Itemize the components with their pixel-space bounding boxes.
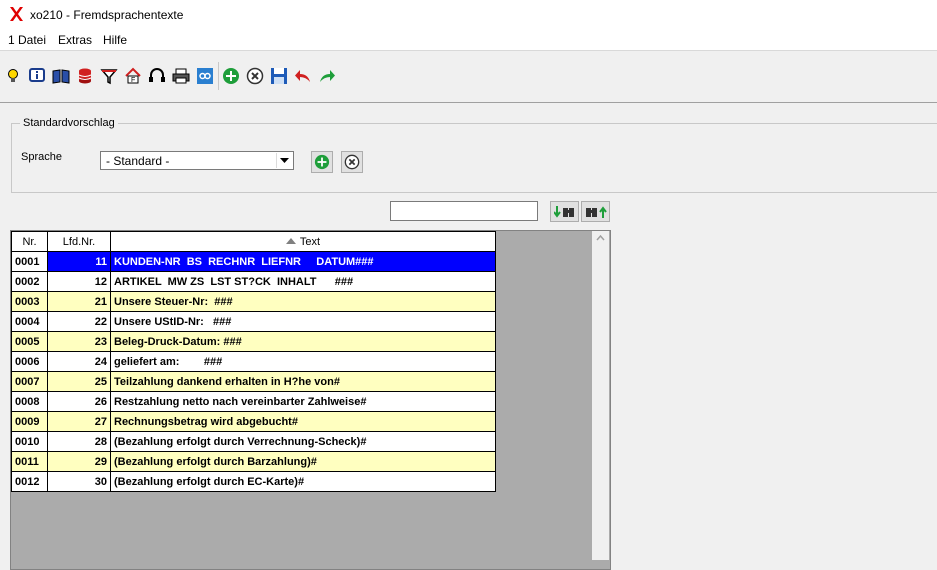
table-row[interactable]: 0004 22 Unsere UStID-Nr: ### [11, 311, 496, 332]
table-row[interactable]: 0009 27 Rechnungsbetrag wird abgebucht# [11, 411, 496, 432]
add-icon [314, 154, 330, 170]
menu-bar: 1 Datei Extras Hilfe [0, 30, 937, 51]
cell-text[interactable]: (Bezahlung erfolgt durch Barzahlung)# [110, 451, 496, 472]
save-icon[interactable] [270, 67, 288, 85]
filter-icon[interactable] [100, 67, 118, 85]
svg-text:F: F [131, 77, 135, 84]
text-table: Nr. Lfd.Nr. Text 0001 11 KUNDEN-NR BS RECH… [11, 231, 496, 492]
lightbulb-icon[interactable] [4, 67, 22, 85]
redo-icon[interactable] [318, 67, 336, 85]
cell-text[interactable]: Beleg-Druck-Datum: ### [110, 331, 496, 352]
cell-text[interactable]: Unsere UStID-Nr: ### [110, 311, 496, 332]
cell-lfdnr[interactable]: 26 [47, 391, 111, 412]
standard-group-title: Standardvorschlag [20, 117, 118, 129]
scroll-up-icon[interactable] [592, 231, 609, 245]
toolbar-separator [218, 62, 219, 90]
table-row[interactable]: 0002 12 ARTIKEL MW ZS LST ST?CK INHALT ### [11, 271, 496, 292]
cell-nr[interactable]: 0004 [11, 311, 48, 332]
table-row[interactable]: 0005 23 Beleg-Druck-Datum: ### [11, 331, 496, 352]
cell-text[interactable]: (Bezahlung erfolgt durch EC-Karte)# [110, 471, 496, 492]
table-row[interactable]: 0010 28 (Bezahlung erfolgt durch Verrechnu… [11, 431, 496, 452]
table-row[interactable]: 0007 25 Teilzahlung dankend erhalten in H?… [11, 371, 496, 392]
cell-text[interactable]: ARTIKEL MW ZS LST ST?CK INHALT ### [110, 271, 496, 292]
cell-lfdnr[interactable]: 22 [47, 311, 111, 332]
cell-lfdnr[interactable]: 28 [47, 431, 111, 452]
add-icon[interactable] [222, 67, 240, 85]
cell-lfdnr[interactable]: 23 [47, 331, 111, 352]
search-up-button[interactable] [581, 201, 610, 222]
sort-ascending-icon [285, 237, 296, 244]
cell-lfdnr[interactable]: 29 [47, 451, 111, 472]
col-header-lfdnr[interactable]: Lfd.Nr. [47, 231, 111, 252]
headset-icon[interactable] [148, 67, 166, 85]
delete-icon[interactable] [246, 67, 264, 85]
table-row[interactable]: 0003 21 Unsere Steuer-Nr: ### [11, 291, 496, 312]
sprache-label: Sprache [21, 151, 62, 163]
cell-lfdnr[interactable]: 27 [47, 411, 111, 432]
table-row[interactable]: 0011 29 (Bezahlung erfolgt durch Barzahlun… [11, 451, 496, 472]
menu-datei[interactable]: 1 Datei [8, 33, 46, 47]
cell-text[interactable]: Restzahlung netto nach vereinbarter Zahl… [110, 391, 496, 412]
cell-lfdnr[interactable]: 11 [47, 251, 111, 272]
info-icon[interactable] [28, 67, 46, 85]
cell-text[interactable]: Teilzahlung dankend erhalten in H?he von… [110, 371, 496, 392]
cell-nr[interactable]: 0010 [11, 431, 48, 452]
cell-text[interactable]: Rechnungsbetrag wird abgebucht# [110, 411, 496, 432]
cell-nr[interactable]: 0008 [11, 391, 48, 412]
binoculars-up-icon [585, 205, 607, 218]
printer-icon[interactable] [172, 67, 190, 85]
cell-lfdnr[interactable]: 30 [47, 471, 111, 492]
cell-nr[interactable]: 0007 [11, 371, 48, 392]
cell-nr[interactable]: 0012 [11, 471, 48, 492]
window-title: xo210 - Fremdsprachentexte [30, 8, 184, 22]
link-icon[interactable] [196, 67, 214, 85]
cell-nr[interactable]: 0001 [11, 251, 48, 272]
app-logo-icon [10, 7, 23, 21]
database-icon[interactable] [76, 67, 94, 85]
table-row[interactable]: 0001 11 KUNDEN-NR BS RECHNR LIEFNR DATUM##… [11, 251, 496, 272]
cell-nr[interactable]: 0006 [11, 351, 48, 372]
menu-extras[interactable]: Extras [58, 33, 92, 47]
table-row[interactable]: 0008 26 Restzahlung netto nach vereinbarte… [11, 391, 496, 412]
book-icon[interactable] [52, 67, 70, 85]
table-header: Nr. Lfd.Nr. Text [11, 231, 496, 252]
col-header-nr[interactable]: Nr. [11, 231, 48, 252]
cell-text[interactable]: KUNDEN-NR BS RECHNR LIEFNR DATUM### [110, 251, 496, 272]
menu-hilfe[interactable]: Hilfe [103, 33, 127, 47]
cell-lfdnr[interactable]: 12 [47, 271, 111, 292]
cell-lfdnr[interactable]: 25 [47, 371, 111, 392]
cell-nr[interactable]: 0009 [11, 411, 48, 432]
delete-icon [344, 154, 360, 170]
cell-text[interactable]: geliefert am: ### [110, 351, 496, 372]
cell-nr[interactable]: 0003 [11, 291, 48, 312]
col-header-text-label: Text [299, 235, 321, 248]
cell-text[interactable]: (Bezahlung erfolgt durch Verrechnung-Sch… [110, 431, 496, 452]
search-down-button[interactable] [550, 201, 579, 222]
binoculars-down-icon [553, 205, 574, 218]
table-row[interactable]: 0006 24 geliefert am: ### [11, 351, 496, 372]
add-language-button[interactable] [311, 151, 333, 173]
cell-nr[interactable]: 0002 [11, 271, 48, 292]
cell-text[interactable]: Unsere Steuer-Nr: ### [110, 291, 496, 312]
table-row[interactable]: 0012 30 (Bezahlung erfolgt durch EC-Karte)… [11, 471, 496, 492]
cell-nr[interactable]: 0011 [11, 451, 48, 472]
undo-icon[interactable] [294, 67, 312, 85]
cell-nr[interactable]: 0005 [11, 331, 48, 352]
vertical-scrollbar[interactable] [592, 231, 609, 560]
col-header-text[interactable]: Text [110, 231, 496, 252]
delete-language-button[interactable] [341, 151, 363, 173]
cell-lfdnr[interactable]: 21 [47, 291, 111, 312]
title-bar: xo210 - Fremdsprachentexte [0, 0, 937, 30]
search-input[interactable] [390, 201, 538, 221]
chevron-down-icon[interactable] [276, 153, 292, 168]
cell-lfdnr[interactable]: 24 [47, 351, 111, 372]
sprache-select[interactable]: - Standard - [100, 151, 294, 170]
home-icon[interactable]: F [124, 67, 142, 85]
sprache-select-value: - Standard - [106, 154, 170, 168]
toolbar: F [0, 52, 937, 103]
